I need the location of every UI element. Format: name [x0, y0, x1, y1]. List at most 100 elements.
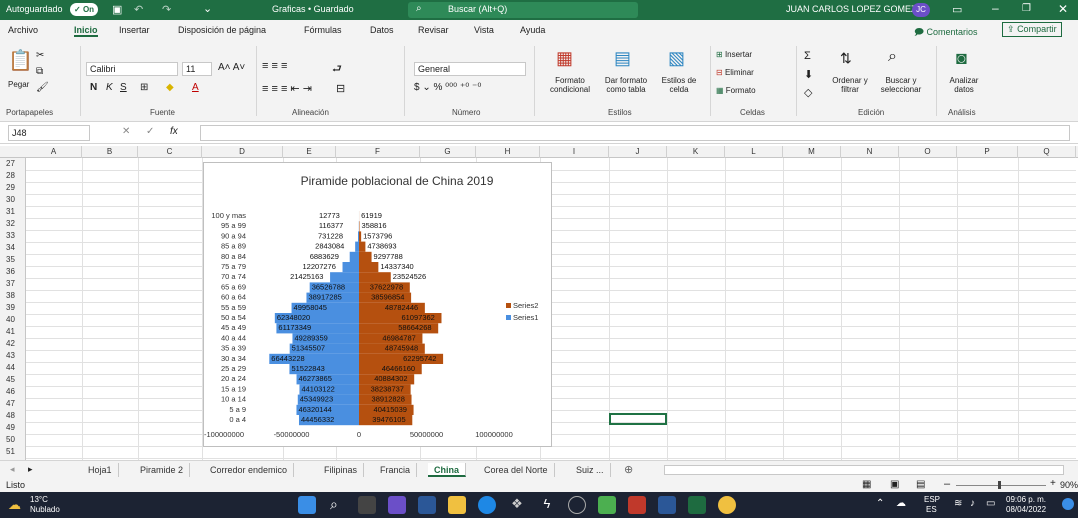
- excel-icon[interactable]: [688, 496, 706, 514]
- format-cells-button[interactable]: ▦ Formato: [716, 86, 756, 95]
- notification-icon[interactable]: [1062, 498, 1074, 510]
- cloud-icon[interactable]: ☁: [896, 498, 906, 509]
- clock-date[interactable]: 08/04/2022: [1006, 505, 1046, 514]
- column-header-i[interactable]: I: [540, 146, 609, 158]
- tab-datos[interactable]: Datos: [370, 25, 394, 35]
- sheet-tab-china[interactable]: China: [428, 463, 467, 477]
- lang-sub-label[interactable]: ES: [926, 505, 937, 514]
- underline-icon[interactable]: S: [120, 82, 127, 93]
- tab-ayuda[interactable]: Ayuda: [520, 25, 545, 35]
- close-icon[interactable]: ✕: [1058, 2, 1068, 16]
- enter-icon[interactable]: ✓: [146, 126, 154, 137]
- onedrive-icon[interactable]: [568, 496, 586, 514]
- cut-icon[interactable]: ✂: [36, 50, 44, 61]
- undo-icon[interactable]: ↶: [134, 3, 143, 16]
- horizontal-scrollbar[interactable]: [664, 465, 1064, 475]
- tab-disposicion[interactable]: Disposición de página: [178, 25, 266, 35]
- find-select-button[interactable]: Buscar y seleccionar: [874, 76, 928, 94]
- row-header-42[interactable]: 42: [0, 338, 26, 350]
- sheet-tab-corea-del-norte[interactable]: Corea del Norte: [478, 463, 555, 477]
- conditional-format-icon[interactable]: ▦: [556, 48, 573, 69]
- row-header-48[interactable]: 48: [0, 410, 26, 422]
- align-top-icon[interactable]: ≡ ≡ ≡: [262, 60, 287, 72]
- row-header-28[interactable]: 28: [0, 170, 26, 182]
- column-header-a[interactable]: A: [26, 146, 82, 158]
- currency-icon[interactable]: $ ⌄ % ⁰⁰⁰ ⁺⁰ ⁻⁰: [414, 82, 481, 93]
- volume-icon[interactable]: ♪: [970, 498, 975, 509]
- tray-chevron-icon[interactable]: ⌃: [876, 498, 884, 509]
- save-icon[interactable]: ▣: [112, 3, 122, 16]
- avatar[interactable]: JC: [912, 3, 930, 17]
- font-size-select[interactable]: 11: [182, 62, 212, 76]
- format-painter-icon[interactable]: 🖌: [36, 82, 49, 93]
- row-header-50[interactable]: 50: [0, 434, 26, 446]
- sheet-tab-piramide-2[interactable]: Piramide 2: [134, 463, 191, 477]
- media-icon[interactable]: [628, 496, 646, 514]
- column-header-b[interactable]: B: [82, 146, 138, 158]
- tab-inicio[interactable]: Inicio: [74, 25, 98, 37]
- row-header-44[interactable]: 44: [0, 362, 26, 374]
- row-header-39[interactable]: 39: [0, 302, 26, 314]
- wrap-text-icon[interactable]: ⮐: [332, 60, 342, 79]
- bold-icon[interactable]: N: [90, 82, 97, 93]
- cancel-icon[interactable]: ✕: [122, 126, 130, 137]
- row-header-33[interactable]: 33: [0, 230, 26, 242]
- column-header-j[interactable]: J: [609, 146, 667, 158]
- sort-filter-button[interactable]: Ordenar y filtrar: [830, 76, 870, 94]
- tab-archivo[interactable]: Archivo: [8, 25, 38, 35]
- row-header-38[interactable]: 38: [0, 290, 26, 302]
- italic-icon[interactable]: K: [106, 82, 113, 93]
- page-layout-icon[interactable]: ▣: [890, 479, 899, 490]
- row-header-36[interactable]: 36: [0, 266, 26, 278]
- sheet-tab-filipinas[interactable]: Filipinas: [318, 463, 365, 477]
- edge-icon[interactable]: [478, 496, 496, 514]
- column-header-o[interactable]: O: [899, 146, 957, 158]
- cell-styles-icon[interactable]: ▧: [668, 48, 685, 69]
- insert-cells-button[interactable]: ⊞ Insertar: [716, 50, 752, 59]
- clock-time[interactable]: 09:06 p. m.: [1006, 495, 1046, 504]
- wifi-icon[interactable]: ≋: [954, 498, 962, 509]
- restore-icon[interactable]: ❐: [1022, 3, 1031, 14]
- ribbon-display-icon[interactable]: ▭: [952, 3, 962, 16]
- copy-icon[interactable]: ⧉: [36, 66, 43, 77]
- column-header-q[interactable]: Q: [1018, 146, 1076, 158]
- row-header-47[interactable]: 47: [0, 398, 26, 410]
- row-header-30[interactable]: 30: [0, 194, 26, 206]
- font-grow-icon[interactable]: A˄ A˅: [218, 62, 245, 73]
- font-color-icon[interactable]: A: [192, 82, 199, 93]
- tab-vista[interactable]: Vista: [474, 25, 494, 35]
- row-header-34[interactable]: 34: [0, 242, 26, 254]
- formula-input[interactable]: [200, 125, 1070, 141]
- task-view-icon[interactable]: [358, 496, 376, 514]
- start-icon[interactable]: [298, 496, 316, 514]
- column-header-k[interactable]: K: [667, 146, 725, 158]
- battery-icon[interactable]: ▭: [986, 498, 995, 509]
- align-left-icon[interactable]: ≡ ≡ ≡ ⇤ ⇥: [262, 82, 312, 95]
- minimize-icon[interactable]: –: [992, 1, 999, 15]
- column-header-c[interactable]: C: [138, 146, 202, 158]
- clear-icon[interactable]: ◇: [804, 86, 812, 99]
- next-sheet-icon[interactable]: ▸: [28, 464, 33, 475]
- zoom-out-icon[interactable]: –: [944, 478, 950, 490]
- fill-color-icon[interactable]: ◆: [166, 82, 174, 93]
- table-format-icon[interactable]: ▤: [614, 48, 631, 69]
- row-header-43[interactable]: 43: [0, 350, 26, 362]
- sheet-tab-corredor-endemico[interactable]: Corredor endemico: [204, 463, 295, 477]
- dropbox-icon[interactable]: ❖: [508, 496, 526, 514]
- zoom-slider[interactable]: [956, 485, 1046, 486]
- column-header-g[interactable]: G: [420, 146, 476, 158]
- analyze-data-icon[interactable]: ◙: [956, 48, 967, 69]
- row-header-29[interactable]: 29: [0, 182, 26, 194]
- file-explorer-icon[interactable]: [448, 496, 466, 514]
- row-header-51[interactable]: 51: [0, 446, 26, 458]
- share-button[interactable]: ⇪ Compartir: [1002, 22, 1062, 37]
- column-header-e[interactable]: E: [283, 146, 336, 158]
- row-header-40[interactable]: 40: [0, 314, 26, 326]
- normal-view-icon[interactable]: ▦: [862, 479, 871, 490]
- tab-insertar[interactable]: Insertar: [119, 25, 150, 35]
- row-header-27[interactable]: 27: [0, 158, 26, 170]
- row-header-41[interactable]: 41: [0, 326, 26, 338]
- column-header-f[interactable]: F: [336, 146, 420, 158]
- search-box[interactable]: ⌕ Buscar (Alt+Q): [408, 2, 638, 18]
- cell-styles-button[interactable]: Estilos de celda: [656, 76, 702, 94]
